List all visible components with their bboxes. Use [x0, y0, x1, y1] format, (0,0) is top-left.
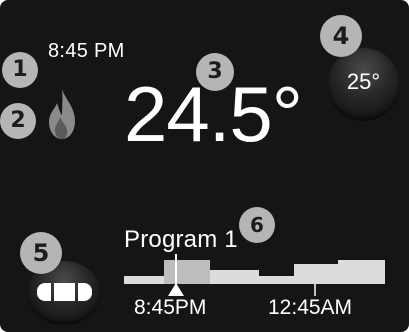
schedule-now-label: 8:45PM	[134, 296, 207, 319]
program-name[interactable]: Program 1	[124, 226, 238, 254]
schedule-block	[294, 264, 338, 284]
callout-badge-1: 1	[2, 52, 38, 88]
schedule-block-current	[164, 260, 210, 284]
schedule-block	[338, 260, 385, 284]
schedule-next-label: 12:45AM	[268, 296, 353, 319]
callout-badge-4: 4	[320, 15, 362, 57]
current-time: 8:45 PM	[48, 40, 125, 62]
now-marker-arrow	[168, 283, 184, 296]
callout-badge-3: 3	[196, 53, 234, 91]
setpoint-button[interactable]: 25°	[327, 48, 400, 121]
setpoint-value: 25°	[346, 69, 381, 94]
mode-segment-right	[78, 283, 92, 301]
callout-badge-6: 6	[239, 207, 275, 243]
schedule-block	[259, 276, 294, 284]
schedule-block	[124, 276, 164, 284]
callout-badge-2: 2	[0, 103, 36, 139]
callout-badge-5: 5	[20, 232, 62, 274]
mode-segment-left	[37, 283, 51, 301]
flame-icon	[49, 89, 75, 139]
schedule-timeline[interactable]	[124, 254, 385, 296]
schedule-block	[210, 270, 259, 284]
mode-segment-middle	[54, 283, 75, 301]
thermostat-screen: 8:45 PM 24.5° 25° Program 1 8:45PM 12:45…	[0, 0, 409, 332]
